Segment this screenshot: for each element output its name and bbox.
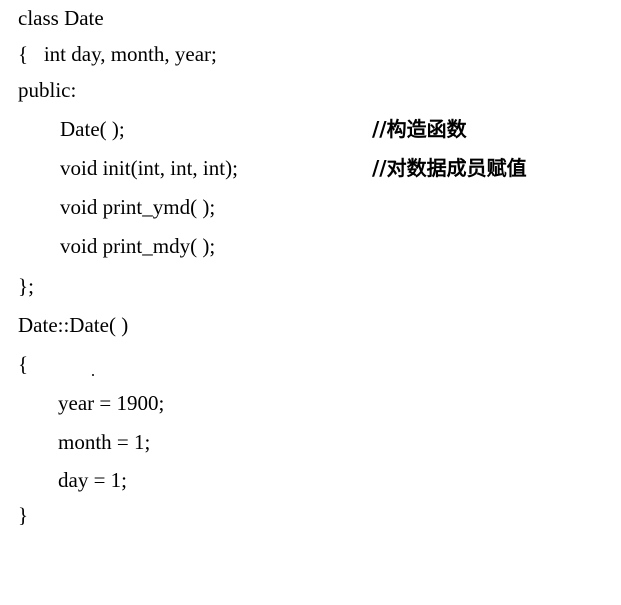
code-text: { int day, month, year; — [18, 42, 217, 66]
code-line-5: void init(int, int, int); //对数据成员赋值 — [0, 150, 621, 186]
code-line-9: Date::Date( ) — [0, 307, 128, 343]
code-line-7: void print_mdy( ); — [0, 228, 215, 264]
code-text: } — [18, 503, 29, 527]
code-line-2: { int day, month, year; — [0, 36, 217, 72]
code-text: }; — [18, 274, 34, 298]
code-comment: //对数据成员赋值 — [372, 156, 527, 180]
code-text: void print_ymd( ); — [60, 195, 216, 219]
code-line-10: { — [0, 346, 28, 382]
code-line-6: void print_ymd( ); — [0, 189, 215, 225]
code-line-14: } — [0, 497, 28, 533]
code-line-3: public: — [0, 72, 76, 108]
code-text: { — [18, 352, 29, 376]
code-text: void print_mdy( ); — [60, 234, 216, 258]
code-text: public: — [18, 78, 77, 102]
code-text: year = 1900; — [58, 391, 165, 415]
code-text: Date::Date( ) — [18, 313, 129, 337]
code-text: void init(int, int, int); — [60, 156, 238, 180]
code-text: class Date — [18, 6, 104, 30]
code-line-1: class Date — [0, 0, 104, 36]
code-comment: //构造函数 — [372, 117, 467, 141]
code-text: Date( ); — [60, 117, 125, 141]
code-text: day = 1; — [58, 468, 127, 492]
code-document-page: class Date { int day, month, year; publi… — [0, 0, 621, 540]
code-line-11: year = 1900; — [0, 385, 164, 421]
code-line-4: Date( ); //构造函数 — [0, 111, 621, 147]
code-line-8: }; — [0, 268, 34, 304]
scan-speck — [92, 374, 94, 376]
code-text: month = 1; — [58, 430, 151, 454]
code-line-12: month = 1; — [0, 424, 150, 460]
code-line-13: day = 1; — [0, 462, 127, 498]
